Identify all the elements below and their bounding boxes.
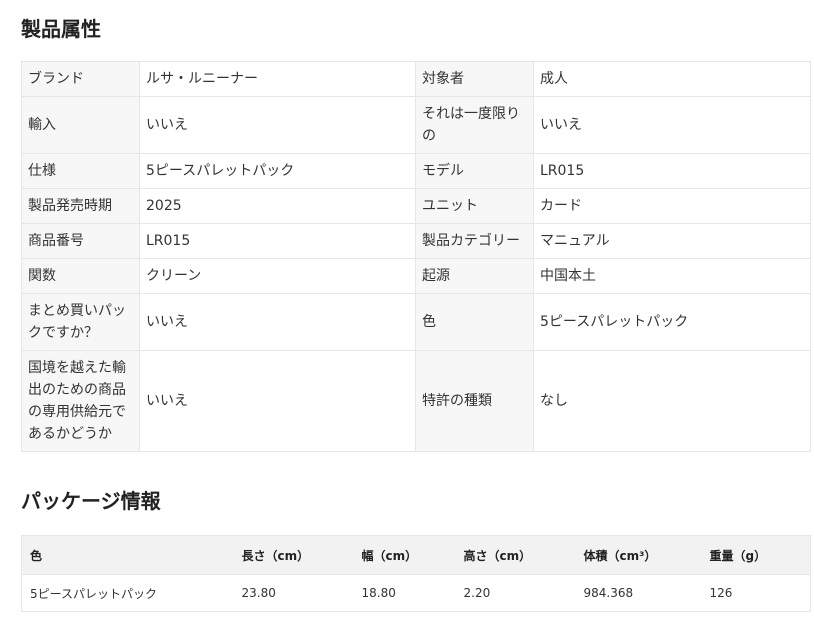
- cell-weight: 126: [701, 574, 811, 612]
- attribute-value: 5ピースパレットパック: [533, 293, 811, 351]
- attribute-value: 2025: [139, 188, 416, 224]
- attribute-key: ブランド: [21, 61, 140, 97]
- cell-volume: 984.368: [575, 574, 702, 612]
- column-header-height: 高さ（cm）: [455, 535, 576, 575]
- attribute-row: 国境を越えた輸出のための商品の専用供給元であるかどうか いいえ 特許の種類 なし: [21, 350, 811, 452]
- attribute-value: 中国本土: [533, 258, 811, 294]
- attribute-value: いいえ: [139, 293, 416, 351]
- attribute-key: 対象者: [415, 61, 534, 97]
- attribute-key: 製品カテゴリー: [415, 223, 534, 259]
- attribute-row: 製品発売時期 2025 ユニット カード: [21, 188, 811, 224]
- attribute-key: 色: [415, 293, 534, 351]
- attribute-key: 特許の種類: [415, 350, 534, 452]
- cell-color: 5ピースパレットパック: [21, 574, 234, 612]
- attribute-value: いいえ: [533, 96, 811, 154]
- attribute-key: それは一度限りの: [415, 96, 534, 154]
- attribute-value: カード: [533, 188, 811, 224]
- attribute-value: いいえ: [139, 96, 416, 154]
- attribute-row: 仕様 5ピースパレットパック モデル LR015: [21, 153, 811, 189]
- attribute-key: 輸入: [21, 96, 140, 154]
- attribute-value: ルサ・ルニーナー: [139, 61, 416, 97]
- attribute-key: モデル: [415, 153, 534, 189]
- column-header-length: 長さ（cm）: [233, 535, 354, 575]
- attribute-key: 関数: [21, 258, 140, 294]
- attribute-key: 国境を越えた輸出のための商品の専用供給元であるかどうか: [21, 350, 140, 452]
- column-header-volume: 体積（cm³）: [575, 535, 702, 575]
- attribute-row: 商品番号 LR015 製品カテゴリー マニュアル: [21, 223, 811, 259]
- attribute-key: 起源: [415, 258, 534, 294]
- cell-length: 23.80: [233, 574, 354, 612]
- product-attributes-title: 製品属性: [21, 17, 101, 41]
- column-header-color: 色: [21, 535, 234, 575]
- table-row: 5ピースパレットパック 23.80 18.80 2.20 984.368 126: [21, 574, 811, 612]
- column-header-weight: 重量（g）: [701, 535, 811, 575]
- product-attributes-table: ブランド ルサ・ルニーナー 対象者 成人 輸入 いいえ それは一度限りの いいえ…: [21, 61, 811, 452]
- attribute-key: 製品発売時期: [21, 188, 140, 224]
- attribute-value: LR015: [139, 223, 416, 259]
- cell-width: 18.80: [353, 574, 456, 612]
- attribute-key: 仕様: [21, 153, 140, 189]
- column-header-width: 幅（cm）: [353, 535, 456, 575]
- attribute-key: ユニット: [415, 188, 534, 224]
- attribute-value: 成人: [533, 61, 811, 97]
- attribute-key: まとめ買いパックですか？: [21, 293, 140, 351]
- attribute-row: ブランド ルサ・ルニーナー 対象者 成人: [21, 61, 811, 97]
- package-info-title: パッケージ情報: [21, 489, 161, 513]
- attribute-row: 輸入 いいえ それは一度限りの いいえ: [21, 96, 811, 154]
- attribute-row: まとめ買いパックですか？ いいえ 色 5ピースパレットパック: [21, 293, 811, 351]
- attribute-key: 商品番号: [21, 223, 140, 259]
- package-info-table: 色 長さ（cm） 幅（cm） 高さ（cm） 体積（cm³） 重量（g） 5ピース…: [21, 535, 811, 612]
- attribute-value: いいえ: [139, 350, 416, 452]
- attribute-value: なし: [533, 350, 811, 452]
- attribute-value: 5ピースパレットパック: [139, 153, 416, 189]
- attribute-row: 関数 クリーン 起源 中国本土: [21, 258, 811, 294]
- attribute-value: マニュアル: [533, 223, 811, 259]
- attribute-value: LR015: [533, 153, 811, 189]
- attribute-value: クリーン: [139, 258, 416, 294]
- package-header-row: 色 長さ（cm） 幅（cm） 高さ（cm） 体積（cm³） 重量（g）: [21, 535, 811, 575]
- cell-height: 2.20: [455, 574, 576, 612]
